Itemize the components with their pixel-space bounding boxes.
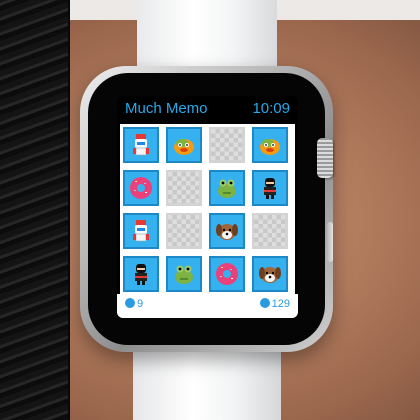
card-black-ninja[interactable] [123,256,159,292]
brown-puppy-icon [259,267,281,283]
digital-crown[interactable] [317,138,333,178]
bird-icon [259,298,270,308]
robot-knight-icon [133,134,149,156]
card-face-down[interactable] [166,170,202,206]
card-brown-puppy[interactable] [209,213,245,249]
side-button[interactable] [327,222,333,262]
score-value: 129 [271,298,290,310]
card-green-frog[interactable] [209,170,245,206]
moves-counter: 9 [125,298,143,310]
card-orange-duck[interactable] [252,127,288,163]
card-green-frog[interactable] [166,256,202,292]
status-bar: Much Memo 10:09 [117,96,298,124]
card-face-down[interactable] [166,213,202,249]
green-frog-icon [175,265,193,284]
card-face-down[interactable] [252,213,288,249]
moves-value: 9 [137,298,144,310]
pink-donut-icon [216,263,238,285]
footer-bar: 9 129 [117,294,298,318]
card-face-down[interactable] [209,127,245,163]
card-orange-duck[interactable] [166,127,202,163]
score-counter: 129 [259,298,290,310]
card-robot-knight[interactable] [123,127,159,163]
card-pink-donut[interactable] [123,170,159,206]
green-frog-icon [218,179,236,198]
black-ninja-icon [264,178,276,199]
clock: 10:09 [252,100,290,117]
card-brown-puppy[interactable] [252,256,288,292]
card-pink-donut[interactable] [209,256,245,292]
memory-board [120,124,295,296]
sleeve-cuff [0,0,70,420]
app-title: Much Memo [125,100,208,117]
card-robot-knight[interactable] [123,213,159,249]
orange-duck-icon [174,139,194,155]
robot-knight-icon [133,220,149,242]
black-ninja-icon [135,264,147,285]
pink-donut-icon [130,177,152,199]
brown-puppy-icon [216,224,238,240]
person-icon [125,298,135,308]
wrist-background: Much Memo 10:09 9 129 [0,0,420,420]
card-black-ninja[interactable] [252,170,288,206]
orange-duck-icon [260,139,280,155]
watch-screen: Much Memo 10:09 9 129 [117,96,298,318]
